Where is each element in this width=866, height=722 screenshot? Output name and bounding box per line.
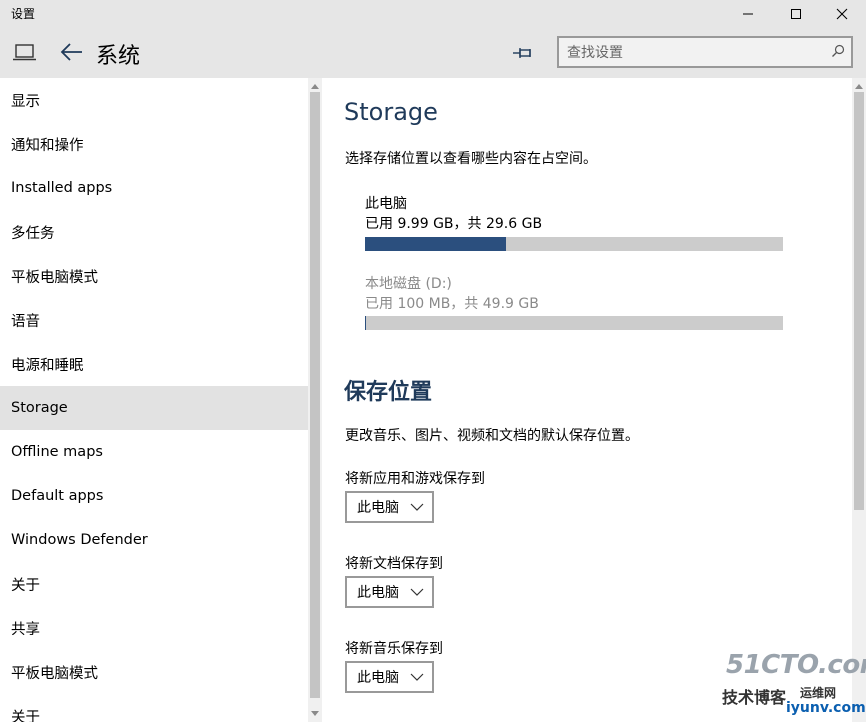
- drive-usage: 已用 100 MB，共 49.9 GB: [365, 296, 539, 312]
- sidebar-scroll-thumb[interactable]: [310, 92, 320, 698]
- drive-usage-bar-fill: [365, 316, 366, 330]
- back-button[interactable]: [58, 38, 86, 66]
- drive-usage-bar-fill: [365, 237, 507, 251]
- sidebar-item-multitasking[interactable]: 多任务: [0, 210, 308, 254]
- sidebar-item-windows-defender[interactable]: Windows Defender: [0, 518, 308, 562]
- sidebar-item-tablet-mode-2[interactable]: 平板电脑模式: [0, 650, 308, 694]
- watermark-site: 51CTO.com: [726, 650, 866, 680]
- drive-name: 此电脑: [365, 196, 407, 212]
- laptop-icon: [13, 44, 36, 61]
- scroll-up-icon: [311, 84, 319, 89]
- documents-save-location-label: 将新文档保存到: [345, 556, 443, 572]
- drive-name: 本地磁盘 (D:): [365, 276, 452, 292]
- minimize-button[interactable]: [726, 0, 770, 28]
- scroll-down-icon: [311, 711, 319, 716]
- drive-usage-bar: [365, 316, 783, 330]
- title-bar: 设置: [0, 0, 866, 28]
- sidebar-item-display[interactable]: 显示: [0, 78, 308, 122]
- dropdown-value: 此电脑: [357, 670, 399, 686]
- sidebar-item-share[interactable]: 共享: [0, 606, 308, 650]
- content-scroll-up-button[interactable]: [853, 80, 865, 92]
- sidebar-item-power-sleep[interactable]: 电源和睡眠: [0, 342, 308, 386]
- close-icon: [836, 8, 848, 20]
- drive-usage-bar: [365, 237, 783, 251]
- storage-description: 选择存储位置以查看哪些内容在占空间。: [345, 151, 597, 167]
- watermark-left-text: 技术博客: [722, 688, 787, 707]
- close-button[interactable]: [820, 0, 864, 28]
- search-box[interactable]: [557, 36, 853, 68]
- header-bar: 系统: [0, 28, 866, 78]
- window-title: 设置: [11, 7, 36, 21]
- chevron-down-icon: [410, 673, 424, 681]
- sidebar-item-speech[interactable]: 语音: [0, 298, 308, 342]
- sidebar-scroll-down-button[interactable]: [309, 708, 321, 720]
- music-save-location-label: 将新音乐保存到: [345, 641, 443, 657]
- apps-save-location-label: 将新应用和游戏保存到: [345, 471, 485, 487]
- dropdown-value: 此电脑: [357, 500, 399, 516]
- search-icon[interactable]: [831, 44, 845, 58]
- sidebar-item-installed-apps[interactable]: Installed apps: [0, 166, 308, 210]
- pin-icon: [513, 48, 531, 58]
- apps-save-location-dropdown[interactable]: 此电脑: [345, 491, 434, 523]
- sidebar-scroll-up-button[interactable]: [309, 80, 321, 92]
- chevron-down-icon: [410, 588, 424, 596]
- sidebar-item-notifications[interactable]: 通知和操作: [0, 122, 308, 166]
- sidebar-item-storage[interactable]: Storage: [0, 386, 308, 430]
- watermark: 51CTO.com 技术博客 运维网 iyunv.com: [720, 650, 866, 720]
- save-locations-heading: 保存位置: [344, 380, 433, 405]
- pin-button[interactable]: [510, 40, 536, 66]
- sidebar-item-about[interactable]: 关于: [0, 562, 308, 606]
- watermark-right-text: 运维网: [800, 686, 837, 700]
- maximize-button[interactable]: [774, 0, 818, 28]
- save-locations-description: 更改音乐、图片、视频和文档的默认保存位置。: [345, 428, 639, 444]
- sidebar-item-offline-maps[interactable]: Offline maps: [0, 430, 308, 474]
- storage-heading: Storage: [344, 98, 438, 126]
- sidebar-item-tablet-mode[interactable]: 平板电脑模式: [0, 254, 308, 298]
- sidebar-item-default-apps[interactable]: Default apps: [0, 474, 308, 518]
- minimize-icon: [743, 13, 753, 15]
- dropdown-value: 此电脑: [357, 585, 399, 601]
- music-save-location-dropdown[interactable]: 此电脑: [345, 661, 434, 693]
- page-title: 系统: [96, 44, 141, 69]
- chevron-down-icon: [410, 503, 424, 511]
- drive-usage: 已用 9.99 GB，共 29.6 GB: [365, 216, 543, 232]
- sidebar-item-about-2[interactable]: 关于: [0, 694, 308, 722]
- watermark-url: iyunv.com: [786, 700, 866, 716]
- content-scroll-thumb[interactable]: [854, 92, 864, 510]
- maximize-icon: [791, 9, 801, 19]
- search-input[interactable]: [567, 43, 817, 63]
- documents-save-location-dropdown[interactable]: 此电脑: [345, 576, 434, 608]
- scroll-up-icon: [855, 84, 863, 89]
- sidebar-nav: 显示 通知和操作 Installed apps 多任务 平板电脑模式 语音 电源…: [0, 78, 308, 722]
- back-arrow-icon: [60, 43, 82, 61]
